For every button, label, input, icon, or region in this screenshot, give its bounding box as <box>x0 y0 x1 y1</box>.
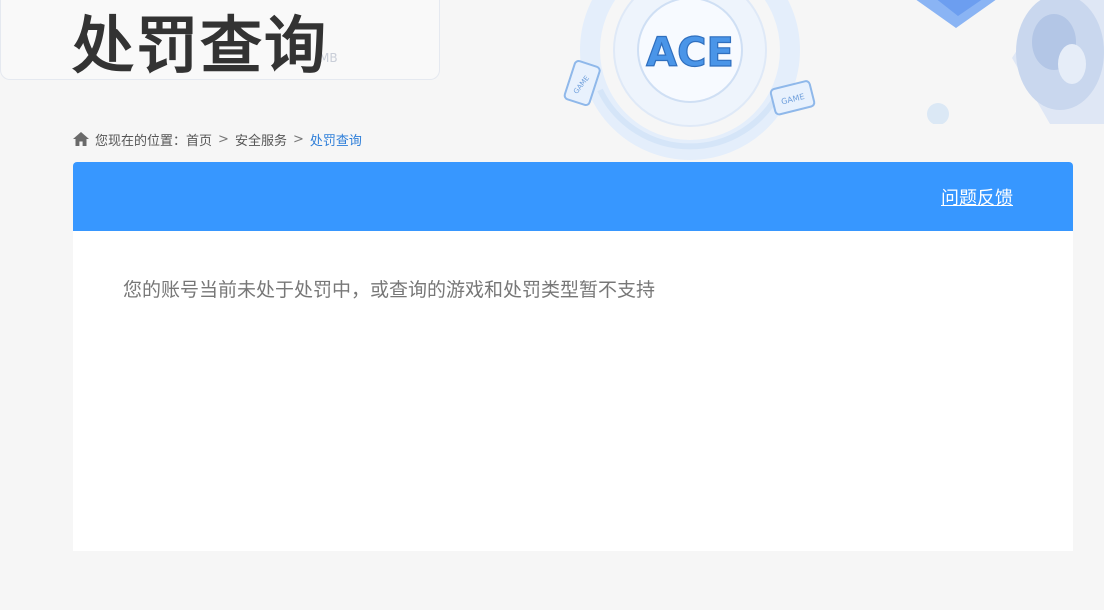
breadcrumb-prefix: 您现在的位置： <box>95 133 187 149</box>
breadcrumb-separator: > <box>218 131 229 147</box>
ace-logo: ACE GAME GAME <box>563 0 816 160</box>
home-icon <box>73 132 89 146</box>
feedback-link[interactable]: 问题反馈 <box>941 184 1013 210</box>
breadcrumb: 您现在的位置： 首页 > 安全服务 > 处罚查询 <box>73 130 362 149</box>
breadcrumb-security-services[interactable]: 安全服务 <box>235 130 287 149</box>
character-artwork <box>916 0 1104 124</box>
result-panel: 问题反馈 您的账号当前未处于处罚中，或查询的游戏和处罚类型暂不支持 <box>73 162 1073 551</box>
breadcrumb-current: 处罚查询 <box>309 133 362 149</box>
hero-background: MB ACE GAME GAME 处罚查询 您现在的位置： 首页 > 安全服务 … <box>0 0 1104 160</box>
page-title: 处罚查询 <box>72 9 329 82</box>
status-message: 您的账号当前未处于处罚中，或查询的游戏和处罚类型暂不支持 <box>123 279 656 301</box>
panel-header: 问题反馈 <box>73 162 1073 231</box>
breadcrumb-separator: > <box>292 131 304 147</box>
ace-logo-text: ACE <box>646 30 734 76</box>
breadcrumb-home[interactable]: 首页 <box>186 130 212 149</box>
